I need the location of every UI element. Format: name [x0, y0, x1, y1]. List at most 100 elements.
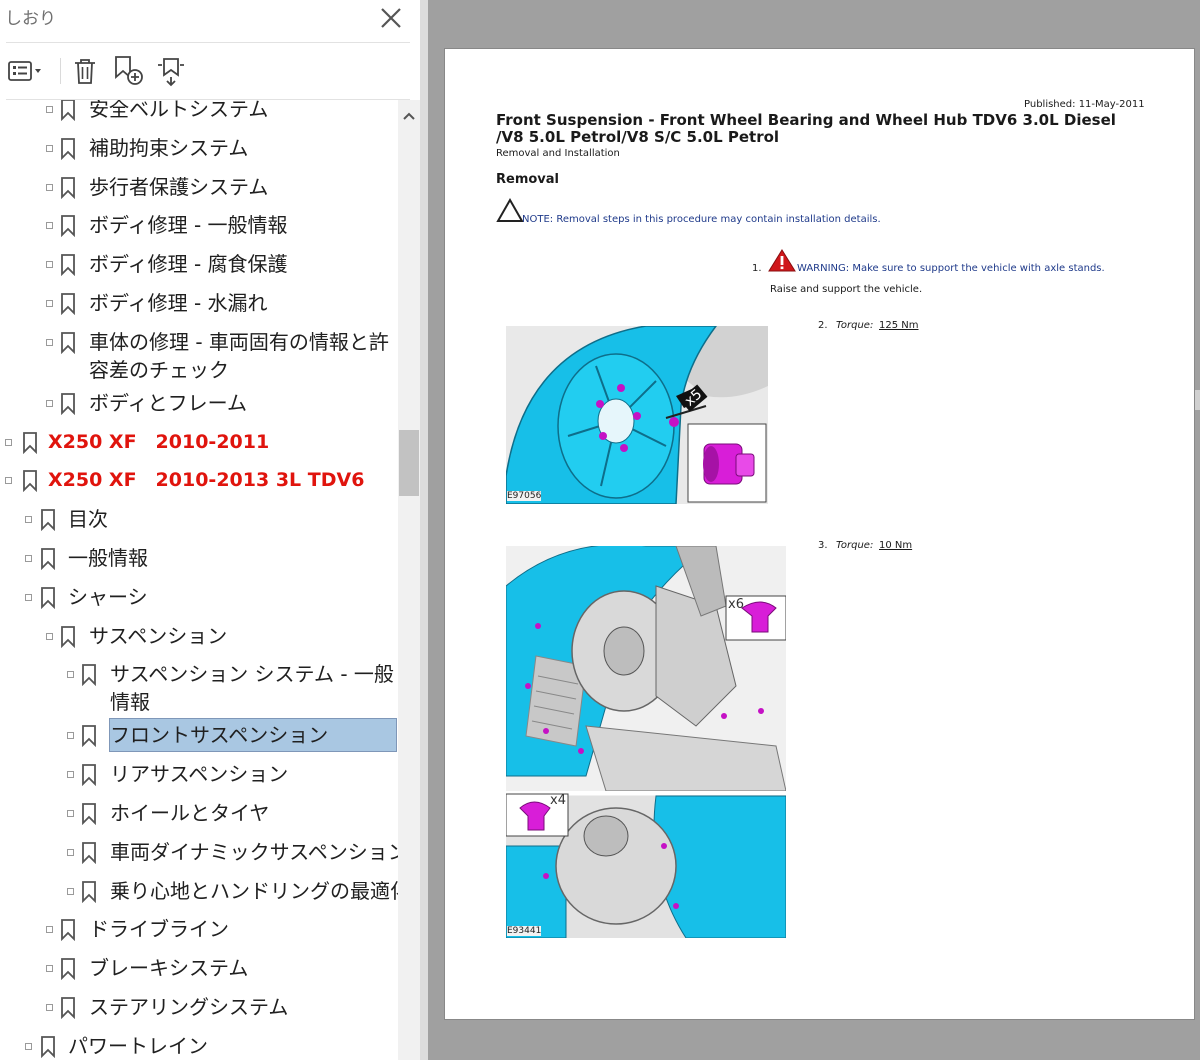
- section-heading: Removal: [496, 172, 560, 187]
- bookmark-expand-icon: [158, 58, 184, 87]
- note-triangle-icon: [496, 198, 524, 222]
- bookmark-item[interactable]: シャーシ: [0, 580, 398, 616]
- bookmark-label: ボディ修理 - 水漏れ: [89, 291, 268, 315]
- bookmark-label: ホイールとタイヤ: [110, 801, 270, 825]
- bookmark-item[interactable]: ホイールとタイヤ: [0, 796, 398, 832]
- bookmark-icon: [41, 548, 55, 570]
- bookmark-icon: [61, 331, 75, 354]
- step-text: Raise and support the vehicle.: [770, 284, 923, 295]
- bookmark-item[interactable]: フロントサスペンション: [0, 718, 398, 754]
- quantity-label: x4: [550, 793, 566, 808]
- bookmark-item[interactable]: パワートレイン: [0, 1029, 398, 1060]
- expand-toggle[interactable]: [67, 848, 74, 856]
- expand-toggle[interactable]: [46, 222, 53, 230]
- expand-toggle[interactable]: [46, 1004, 53, 1011]
- bookmark-label: X250 XF 2010-2011: [48, 430, 270, 453]
- bookmark-item[interactable]: 乗り心地とハンドリングの最適化: [0, 874, 398, 910]
- bookmark-label: ボディとフレーム: [89, 390, 247, 415]
- expand-toggle[interactable]: [46, 338, 53, 346]
- expand-toggle[interactable]: [46, 632, 53, 640]
- bookmark-item[interactable]: ブレーキシステム: [0, 951, 398, 987]
- bookmark-icon: [61, 625, 75, 648]
- bookmark-label: ブレーキシステム: [89, 956, 249, 981]
- bookmark-icon: [61, 997, 75, 1019]
- options-menu-button[interactable]: [6, 53, 42, 89]
- figure-code: E93441: [507, 926, 542, 936]
- document-title: Front Suspension - Front Wheel Bearing a…: [496, 111, 1116, 146]
- bookmark-icon: [61, 100, 75, 121]
- bookmark-icon: [61, 176, 75, 199]
- delete-bookmark-button[interactable]: [67, 53, 103, 89]
- bookmark-item[interactable]: ボディ修理 - 一般情報: [0, 208, 398, 244]
- step-number: 2.: [818, 320, 828, 331]
- bookmark-label: 安全ベルトシステム: [89, 100, 269, 121]
- bookmark-item[interactable]: サスペンション: [0, 619, 398, 655]
- bookmark-icon: [41, 586, 55, 609]
- expand-toggle[interactable]: [46, 926, 53, 934]
- torque-label: Torque:: [836, 540, 874, 551]
- bookmark-icon: [41, 1035, 55, 1058]
- bookmark-item[interactable]: サスペンション システム - 一般情報: [0, 657, 398, 714]
- bookmark-icon: [61, 293, 75, 315]
- expand-toggle[interactable]: [46, 261, 53, 269]
- wheel-illustration: [506, 326, 768, 504]
- expand-toggle[interactable]: [46, 965, 53, 973]
- expand-toggle[interactable]: [25, 1042, 32, 1050]
- bookmark-item[interactable]: ステアリングシステム: [0, 990, 398, 1026]
- panel-title: しおり: [5, 9, 56, 29]
- bookmark-item[interactable]: X250 XF 2010-2013 3L TDV6: [0, 463, 398, 499]
- expand-toggle[interactable]: [5, 438, 12, 446]
- bookmark-item[interactable]: ボディ修理 - 腐食保護: [0, 247, 398, 283]
- viewer-scroll-indicator[interactable]: [1195, 390, 1200, 410]
- bookmark-icon: [82, 664, 96, 687]
- bookmark-icon: [82, 764, 96, 787]
- scrollbar-thumb[interactable]: [399, 430, 419, 496]
- torque-value: 125 Nm: [879, 320, 919, 331]
- bookmark-item[interactable]: リアサスペンション: [0, 757, 398, 793]
- expand-toggle[interactable]: [67, 810, 74, 817]
- new-bookmark-button[interactable]: [110, 53, 146, 89]
- bookmark-icon: [82, 880, 96, 903]
- bookmark-item[interactable]: 車両ダイナミックサスペンション: [0, 835, 398, 871]
- bookmark-item[interactable]: 目次: [0, 502, 398, 538]
- expand-toggle[interactable]: [25, 555, 32, 562]
- bookmark-item[interactable]: 補助拘束システム: [0, 131, 398, 167]
- bookmark-scrollbar[interactable]: [398, 100, 420, 1060]
- step-number: 1.: [752, 263, 762, 274]
- toolbar-divider: [60, 58, 61, 84]
- bookmark-icon: [61, 137, 75, 160]
- bookmark-item[interactable]: 安全ベルトシステム: [0, 100, 398, 128]
- expand-toggle[interactable]: [67, 771, 74, 779]
- expand-toggle[interactable]: [67, 887, 74, 895]
- arch-liner-illustration: [506, 546, 786, 938]
- panel-splitter[interactable]: [420, 0, 428, 1060]
- bookmark-item[interactable]: 歩行者保護システム: [0, 170, 398, 206]
- expand-toggle[interactable]: [46, 399, 53, 407]
- figure-wheel-nuts: E97056 x5: [506, 326, 768, 504]
- warning-icon: [768, 249, 796, 272]
- document-subtitle: Removal and Installation: [496, 148, 620, 159]
- bookmark-icon: [82, 725, 96, 748]
- expand-toggle[interactable]: [67, 671, 74, 679]
- bookmark-label: 歩行者保護システム: [89, 174, 269, 199]
- expand-toggle[interactable]: [46, 183, 53, 191]
- expand-toggle[interactable]: [46, 144, 53, 152]
- expand-toggle[interactable]: [25, 516, 32, 524]
- bookmark-item[interactable]: 一般情報: [0, 541, 398, 577]
- expand-toggle[interactable]: [46, 106, 53, 113]
- trash-icon: [75, 59, 95, 84]
- expand-toggle[interactable]: [5, 477, 12, 485]
- bookmark-item[interactable]: 車体の修理 - 車両固有の情報と許容差のチェック: [0, 325, 398, 382]
- bookmark-item[interactable]: ボディ修理 - 水漏れ: [0, 286, 398, 322]
- bookmark-item[interactable]: ボディとフレーム: [0, 386, 398, 422]
- expand-toggle[interactable]: [67, 732, 74, 740]
- close-panel-button[interactable]: [378, 5, 404, 31]
- bookmark-icon: [82, 841, 96, 864]
- bookmark-item[interactable]: X250 XF 2010-2011: [0, 425, 398, 461]
- expand-toggle[interactable]: [46, 300, 53, 307]
- bookmark-item[interactable]: ドライブライン: [0, 912, 398, 948]
- expand-bookmark-button[interactable]: [153, 53, 189, 89]
- bookmark-icon: [23, 431, 37, 454]
- list-options-icon: [8, 61, 41, 81]
- expand-toggle[interactable]: [25, 593, 32, 601]
